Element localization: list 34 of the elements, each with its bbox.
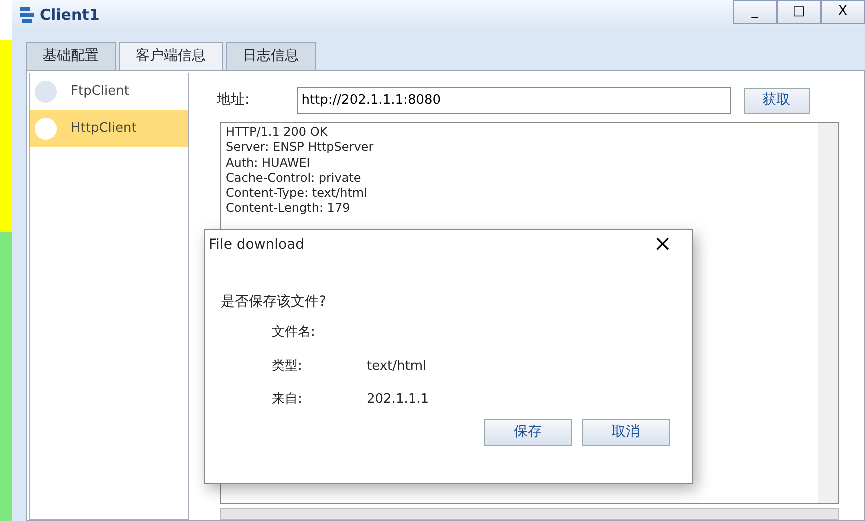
- field-value: 202.1.1.1: [367, 391, 430, 409]
- response-line: Content-Length: 179: [226, 201, 352, 217]
- response-line: Server: ENSP HttpServer: [226, 140, 375, 156]
- field-value: text/html: [367, 358, 428, 376]
- field-label: 类型:: [272, 358, 304, 376]
- maximize-button[interactable]: □: [777, 0, 821, 24]
- client-name: HttpClient: [71, 120, 137, 138]
- client-list-item[interactable]: FtpClient: [30, 73, 188, 110]
- address-label: 地址:: [217, 91, 250, 110]
- dialog-title: File download: [209, 236, 305, 254]
- address-field[interactable]: http://202.1.1.1:8080: [296, 87, 731, 114]
- field-label: 文件名:: [272, 324, 316, 342]
- window-title: Client1: [40, 4, 100, 26]
- response-line: Cache-Control: private: [226, 170, 362, 186]
- tab[interactable]: 日志信息: [226, 42, 316, 70]
- dialog-question: 是否保存该文件?: [221, 293, 328, 312]
- response-line: Auth: HUAWEI: [226, 156, 312, 171]
- response-line: Content-Type: text/html: [226, 186, 368, 202]
- save-button[interactable]: 保存: [484, 419, 572, 446]
- status-dot-icon: [35, 80, 57, 102]
- app-icon: [18, 5, 36, 25]
- scrollbar[interactable]: [818, 123, 838, 504]
- client-list-item[interactable]: HttpClient: [30, 110, 188, 147]
- status-dot-icon: [35, 118, 57, 140]
- cancel-button[interactable]: 取消: [582, 419, 670, 446]
- client-name: FtpClient: [71, 82, 130, 101]
- fetch-button[interactable]: 获取: [744, 88, 810, 114]
- close-button[interactable]: ×: [650, 234, 676, 256]
- tab[interactable]: 客户端信息: [119, 42, 223, 70]
- tab[interactable]: 基础配置: [26, 42, 116, 70]
- response-line: HTTP/1.1 200 OK: [226, 125, 329, 140]
- close-button[interactable]: X: [821, 0, 865, 24]
- field-label: 来自:: [272, 391, 304, 409]
- minimize-button[interactable]: _: [733, 0, 777, 24]
